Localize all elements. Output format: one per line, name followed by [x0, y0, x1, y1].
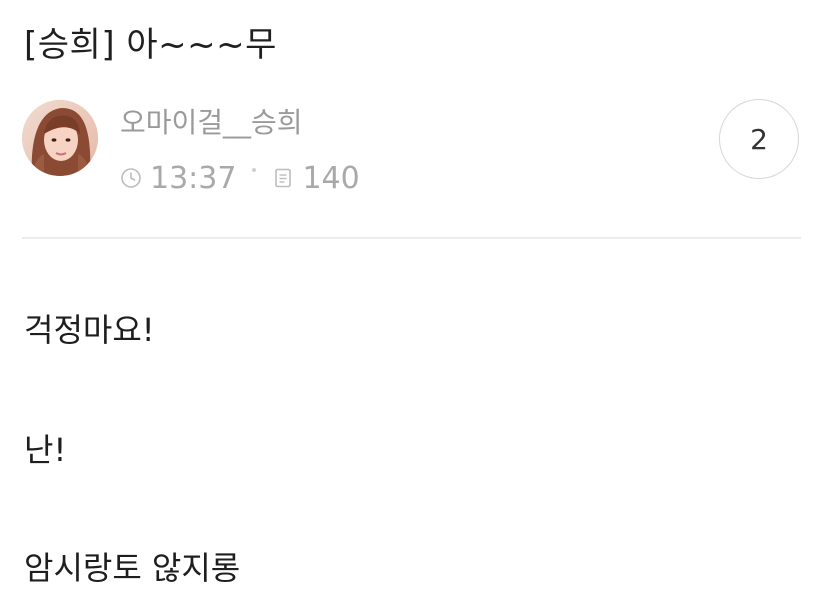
view-count: 140: [302, 160, 360, 196]
meta-separator: [252, 168, 257, 172]
author-name[interactable]: 오마이걸__승희: [120, 104, 303, 142]
comment-count-button[interactable]: 2: [719, 99, 799, 179]
clock-icon: [118, 165, 144, 191]
divider: [22, 237, 801, 239]
post-body-line: 난!: [24, 431, 67, 469]
post-time: 13:37: [150, 160, 237, 196]
post-body-line: 암시랑토 않지롱: [24, 549, 241, 587]
post-meta: 13:37 140: [118, 158, 360, 198]
document-icon: [270, 165, 296, 191]
author-avatar[interactable]: [22, 100, 98, 176]
avatar-image: [22, 100, 98, 176]
post-body-line: 걱정마요!: [24, 311, 155, 349]
post-title: [승희] 아~~~무: [24, 25, 277, 65]
